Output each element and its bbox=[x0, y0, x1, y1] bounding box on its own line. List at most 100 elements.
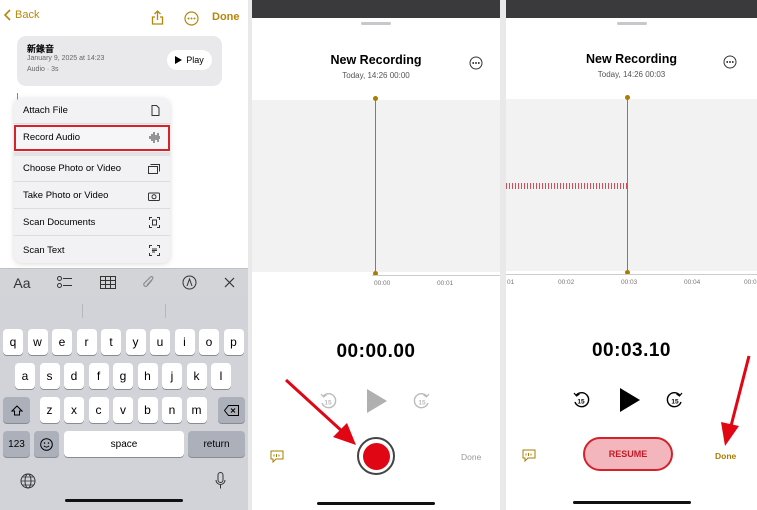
notes-panel: Back Done 新錄音 January 9, 2025 at 14:23 A… bbox=[0, 0, 248, 510]
time-ruler-line bbox=[506, 274, 757, 275]
annotation-arrow bbox=[721, 355, 751, 446]
play-icon[interactable] bbox=[619, 387, 641, 413]
more-options-icon[interactable] bbox=[183, 10, 199, 26]
key[interactable]: s bbox=[39, 363, 60, 389]
key[interactable]: u bbox=[150, 329, 170, 355]
format-toolbar: Aa bbox=[0, 268, 248, 296]
playhead[interactable] bbox=[627, 98, 628, 274]
done-button[interactable]: Done bbox=[212, 11, 240, 23]
key[interactable]: p bbox=[223, 329, 244, 355]
key[interactable]: v bbox=[113, 397, 133, 423]
ruler-label: 00:02 bbox=[558, 279, 575, 286]
key[interactable]: m bbox=[186, 397, 207, 423]
waveform-area[interactable] bbox=[252, 100, 500, 272]
recorded-waveform bbox=[506, 183, 627, 189]
time-ruler-line bbox=[372, 275, 500, 276]
home-indicator bbox=[573, 501, 691, 504]
ruler-label: 00:03 bbox=[621, 279, 638, 286]
ruler-label: 00:04 bbox=[684, 279, 701, 286]
back-button[interactable]: Back bbox=[4, 9, 39, 21]
emoji-icon bbox=[40, 437, 53, 451]
key[interactable]: a bbox=[15, 363, 35, 389]
skip-back-15-icon[interactable]: 15 bbox=[572, 391, 590, 409]
home-indicator bbox=[65, 499, 183, 502]
keyboard: q w e r t y u i o p a s d f g h j k l z … bbox=[0, 296, 248, 510]
home-indicator bbox=[317, 502, 435, 505]
done-button-disabled[interactable]: Done bbox=[461, 452, 481, 462]
key[interactable]: h bbox=[137, 363, 158, 389]
key[interactable]: f bbox=[88, 363, 109, 389]
share-icon[interactable] bbox=[149, 9, 165, 25]
menu-item-record-audio[interactable]: Record Audio bbox=[14, 125, 170, 151]
menu-item-label: Attach File bbox=[23, 105, 68, 116]
doc-icon bbox=[151, 105, 160, 116]
sheet-grabber[interactable] bbox=[616, 22, 647, 25]
sheet-grabber[interactable] bbox=[361, 22, 391, 25]
recording-title: New Recording bbox=[330, 53, 422, 67]
resume-button[interactable]: RESUME bbox=[583, 437, 673, 471]
key[interactable]: c bbox=[88, 397, 109, 423]
key[interactable]: y bbox=[125, 329, 146, 355]
key[interactable]: r bbox=[76, 329, 97, 355]
key[interactable]: t bbox=[101, 329, 121, 355]
key[interactable]: k bbox=[186, 363, 207, 389]
transcript-icon[interactable] bbox=[522, 449, 536, 462]
done-button[interactable]: Done bbox=[715, 451, 736, 461]
more-options-icon[interactable] bbox=[723, 55, 737, 69]
shift-key[interactable] bbox=[3, 397, 30, 423]
key[interactable]: j bbox=[162, 363, 182, 389]
annotation-arrow bbox=[284, 378, 356, 445]
key[interactable]: o bbox=[199, 329, 219, 355]
recording-panel-initial: New Recording Today, 14:26 00:00 00:00 0… bbox=[252, 0, 500, 510]
microphone-icon[interactable] bbox=[215, 472, 226, 489]
close-icon[interactable] bbox=[224, 277, 235, 288]
key[interactable]: i bbox=[174, 329, 195, 355]
key[interactable]: e bbox=[52, 329, 72, 355]
menu-item-scan-text[interactable]: Scan Text bbox=[14, 237, 170, 263]
markup-pen-icon[interactable] bbox=[182, 275, 197, 290]
return-key[interactable]: return bbox=[188, 431, 245, 457]
menu-item-choose-photo[interactable]: Choose Photo or Video bbox=[14, 156, 170, 182]
recording-title: New Recording bbox=[586, 52, 677, 66]
key[interactable]: x bbox=[64, 397, 84, 423]
key[interactable]: z bbox=[39, 397, 60, 423]
numbers-key[interactable]: 123 bbox=[3, 431, 30, 457]
menu-item-label: Scan Text bbox=[23, 244, 65, 256]
skip-forward-15-icon[interactable]: 15 bbox=[413, 392, 431, 410]
text-style-button[interactable]: Aa bbox=[13, 275, 30, 291]
recording-subtitle: Today, 14:26 00:03 bbox=[597, 70, 666, 79]
key[interactable]: q bbox=[3, 329, 23, 355]
key[interactable]: n bbox=[162, 397, 182, 423]
checklist-icon[interactable] bbox=[57, 276, 73, 289]
ruler-label: 00:0 bbox=[744, 279, 757, 286]
play-button[interactable]: Play bbox=[167, 50, 212, 70]
play-icon[interactable] bbox=[366, 388, 388, 414]
table-icon[interactable] bbox=[100, 276, 117, 289]
transcript-icon[interactable] bbox=[270, 450, 284, 463]
key[interactable]: g bbox=[113, 363, 133, 389]
menu-item-scan-documents[interactable]: Scan Documents bbox=[14, 210, 170, 236]
menu-item-take-photo[interactable]: Take Photo or Video bbox=[14, 183, 170, 209]
key[interactable]: w bbox=[27, 329, 48, 355]
key[interactable]: b bbox=[137, 397, 158, 423]
key[interactable]: d bbox=[64, 363, 84, 389]
playhead[interactable] bbox=[375, 99, 376, 275]
emoji-key[interactable] bbox=[34, 431, 59, 457]
key[interactable]: l bbox=[211, 363, 231, 389]
scan-doc-icon bbox=[149, 217, 160, 228]
play-icon bbox=[175, 56, 183, 64]
ruler-label: 00:01 bbox=[437, 280, 454, 287]
space-key[interactable]: space bbox=[64, 431, 184, 457]
paperclip-icon[interactable] bbox=[143, 275, 155, 290]
more-options-icon[interactable] bbox=[469, 56, 483, 70]
ruler-label: 01 bbox=[507, 279, 515, 286]
globe-icon[interactable] bbox=[20, 473, 36, 489]
audio-attachment-card[interactable]: 新錄音 January 9, 2025 at 14:23 Audio · 3s … bbox=[17, 36, 222, 86]
skip-forward-15-icon[interactable]: 15 bbox=[666, 391, 684, 409]
menu-item-attach-file[interactable]: Attach File bbox=[14, 98, 170, 124]
ruler-label: 00:00 bbox=[374, 280, 391, 287]
suggestion-divider bbox=[165, 304, 166, 318]
elapsed-timer: 00:00.00 bbox=[336, 341, 416, 362]
delete-key[interactable] bbox=[218, 397, 245, 423]
recording-subtitle: Today, 14:26 00:00 bbox=[342, 71, 410, 80]
